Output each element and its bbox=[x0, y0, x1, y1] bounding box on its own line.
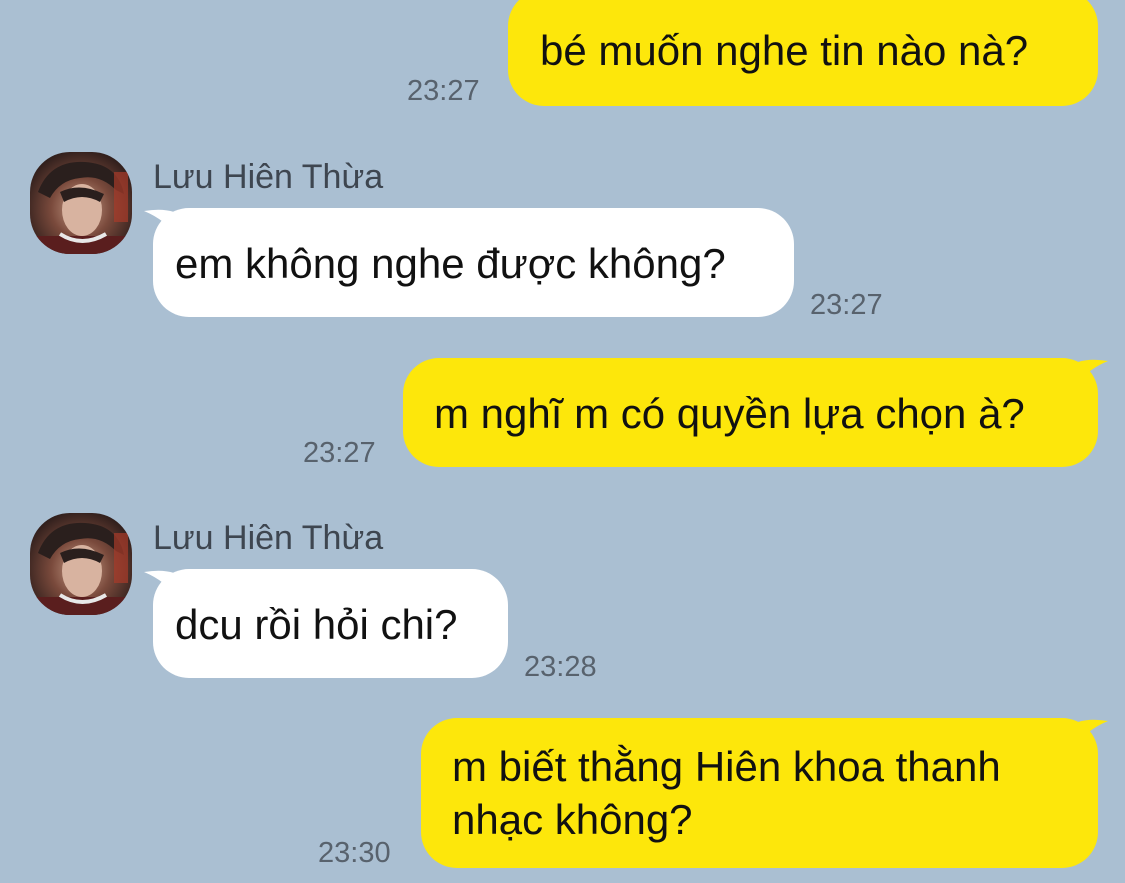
message-timestamp: 23:27 bbox=[407, 75, 480, 107]
message-timestamp: 23:28 bbox=[524, 651, 597, 683]
incoming-message-bubble[interactable]: dcu rồi hỏi chi? bbox=[153, 569, 508, 678]
outgoing-message-bubble[interactable]: m biết thằng Hiên khoa thanh nhạc không? bbox=[421, 718, 1098, 868]
contact-avatar-icon bbox=[30, 152, 132, 254]
outgoing-message-bubble[interactable]: bé muốn nghe tin nào nà? bbox=[508, 0, 1098, 106]
chat-message-list[interactable]: bé muốn nghe tin nào nà? 23:27 Lưu Hiên … bbox=[0, 0, 1125, 883]
message-timestamp: 23:27 bbox=[810, 289, 883, 321]
outgoing-message-bubble[interactable]: m nghĩ m có quyền lựa chọn à? bbox=[403, 358, 1098, 467]
sender-name: Lưu Hiên Thừa bbox=[153, 519, 384, 557]
message-timestamp: 23:27 bbox=[303, 437, 376, 469]
message-text-line: nhạc không? bbox=[452, 796, 693, 843]
sender-name: Lưu Hiên Thừa bbox=[153, 158, 384, 196]
contact-avatar-icon bbox=[30, 513, 132, 615]
message-text: em không nghe được không? bbox=[175, 240, 726, 287]
message-text-line: m biết thằng Hiên khoa thanh bbox=[452, 743, 1001, 790]
contact-avatar[interactable] bbox=[30, 152, 132, 254]
incoming-message-bubble[interactable]: em không nghe được không? bbox=[153, 208, 794, 317]
contact-avatar[interactable] bbox=[30, 513, 132, 615]
message-text: m nghĩ m có quyền lựa chọn à? bbox=[434, 390, 1025, 437]
message-text: bé muốn nghe tin nào nà? bbox=[540, 27, 1029, 74]
message-text: dcu rồi hỏi chi? bbox=[175, 601, 458, 648]
message-timestamp: 23:30 bbox=[318, 837, 391, 869]
